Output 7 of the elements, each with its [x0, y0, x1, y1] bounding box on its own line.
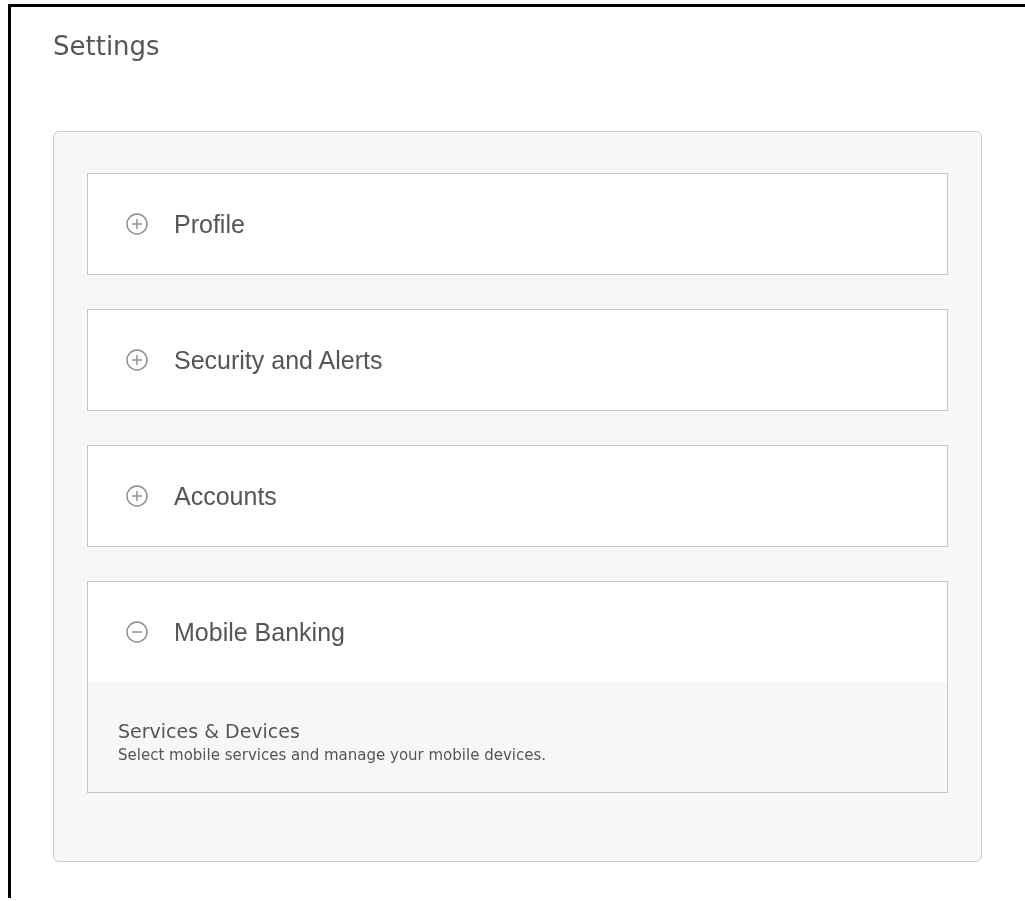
- collapse-icon: [126, 621, 148, 643]
- expand-icon: [126, 213, 148, 235]
- expand-icon: [126, 349, 148, 371]
- page-title: Settings: [53, 30, 160, 63]
- item-description: Select mobile services and manage your mobile devices.: [118, 746, 546, 764]
- expand-icon: [126, 485, 148, 507]
- settings-link[interactable]: Services & Devices: [118, 720, 300, 742]
